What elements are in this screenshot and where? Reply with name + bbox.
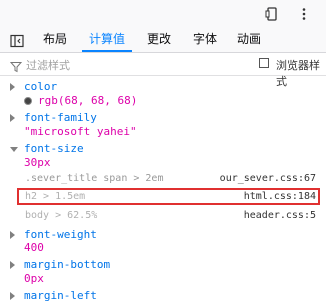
property-name: margin-bottom bbox=[24, 258, 111, 271]
rule-selector: body > 62.5% bbox=[25, 210, 98, 221]
tab-layout[interactable]: 布局 bbox=[38, 28, 72, 51]
filter-input[interactable]: 过滤样式 bbox=[26, 57, 70, 73]
browser-styles-label: 浏览器样式 bbox=[276, 59, 320, 88]
filter-icon bbox=[9, 58, 23, 73]
matched-rule[interactable]: .sever_title span > 2em our_sever.css:67 bbox=[0, 170, 326, 189]
tab-changes[interactable]: 更改 bbox=[142, 28, 176, 51]
property-value: rgb(68, 68, 68) bbox=[38, 94, 138, 107]
rule-source-link[interactable]: our_sever.css:67 bbox=[220, 173, 316, 184]
devtools-toolbar bbox=[0, 0, 326, 28]
color-swatch[interactable] bbox=[24, 97, 32, 105]
property-name: color bbox=[24, 80, 58, 93]
property-value: 400 bbox=[24, 241, 44, 254]
sidebar-toggle-icon[interactable] bbox=[10, 33, 24, 48]
collapse-twisty-icon[interactable] bbox=[10, 147, 18, 152]
property-value: "microsoft yahei" bbox=[24, 125, 137, 138]
expand-twisty-icon[interactable] bbox=[10, 231, 15, 239]
expand-twisty-icon[interactable] bbox=[10, 83, 15, 91]
matched-rule[interactable]: body > 62.5% header.css:5 bbox=[0, 207, 326, 226]
expand-twisty-icon[interactable] bbox=[10, 114, 15, 122]
property-name: font-family bbox=[24, 111, 97, 124]
property-name: margin-left bbox=[24, 289, 97, 302]
property-value: 0px bbox=[24, 272, 44, 285]
highlight-box bbox=[17, 188, 320, 205]
tab-animations[interactable]: 动画 bbox=[232, 28, 266, 51]
responsive-icon[interactable] bbox=[265, 6, 279, 21]
more-icon[interactable] bbox=[297, 6, 311, 20]
tab-fonts[interactable]: 字体 bbox=[188, 28, 222, 51]
rule-selector: .sever_title span > 2em bbox=[25, 173, 164, 184]
filter-bar: 过滤样式 浏览器样式 bbox=[0, 53, 326, 88]
expand-twisty-icon[interactable] bbox=[10, 261, 15, 269]
expand-twisty-icon[interactable] bbox=[10, 292, 15, 300]
property-value: 30px bbox=[24, 156, 51, 169]
property-name: font-weight bbox=[24, 228, 97, 241]
browser-styles-checkbox[interactable] bbox=[259, 58, 269, 68]
property-name: font-size bbox=[24, 142, 84, 155]
sidebar-tabs: 布局 计算值 更改 字体 动画 bbox=[0, 28, 326, 53]
rule-source-link[interactable]: header.css:5 bbox=[244, 210, 316, 221]
tab-computed[interactable]: 计算值 bbox=[82, 28, 132, 52]
